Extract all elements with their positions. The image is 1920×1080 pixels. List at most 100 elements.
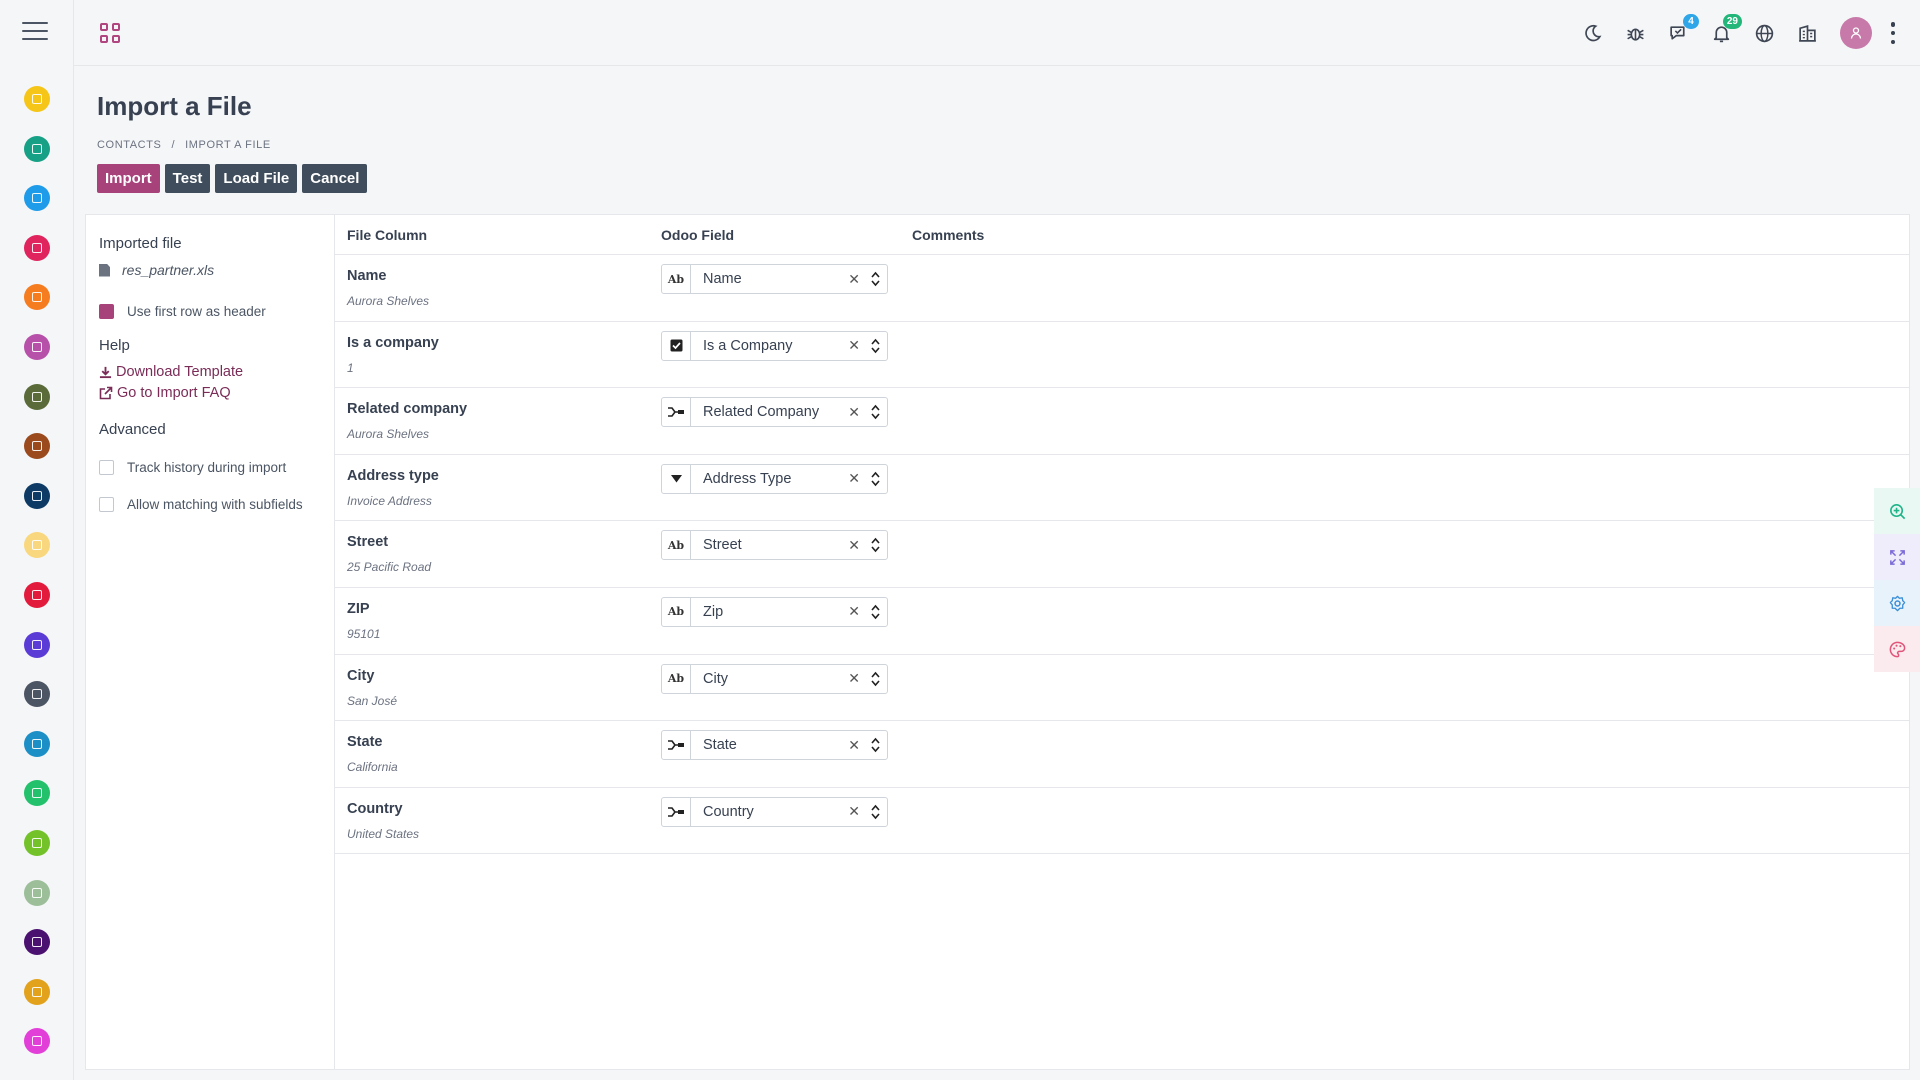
odoo-field-select[interactable]: Related Company ✕	[661, 397, 888, 428]
file-column-name: City	[347, 667, 375, 684]
char-type-icon: Ab	[667, 605, 685, 619]
allow-matching-checkbox[interactable]	[99, 497, 114, 512]
comments-header: Comments	[912, 227, 985, 243]
lunch-icon[interactable]	[24, 978, 50, 1005]
app-glyph	[32, 94, 42, 104]
fullscreen-icon[interactable]	[1874, 534, 1920, 580]
file-column-name: Name	[347, 268, 387, 284]
checkbox-type-icon	[670, 339, 682, 352]
dark-mode-icon[interactable]	[1579, 20, 1605, 46]
notes-icon[interactable]	[24, 185, 50, 212]
odoo-field-select[interactable]: Ab City ✕	[661, 663, 888, 694]
clear-field-icon[interactable]: ✕	[848, 271, 860, 288]
odoo-field-select[interactable]: Ab Zip ✕	[661, 596, 888, 627]
clear-field-icon[interactable]: ✕	[848, 737, 860, 754]
clear-field-icon[interactable]: ✕	[848, 803, 860, 820]
messages-icon[interactable]: 4	[1665, 14, 1699, 46]
top-navbar: 4 29	[74, 0, 1920, 66]
app-glyph	[32, 986, 42, 997]
app-glyph	[32, 242, 42, 253]
company-icon[interactable]	[1794, 20, 1820, 46]
odoo-field-select[interactable]: Address Type ✕	[661, 463, 888, 494]
odoo-field-select[interactable]: Country ✕	[661, 796, 888, 827]
app-list	[0, 86, 74, 1078]
file-column-sample: Aurora Shelves	[347, 294, 430, 308]
use-first-row-checkbox[interactable]	[99, 304, 114, 319]
theme-palette-icon[interactable]	[1874, 626, 1920, 672]
calendar-icon[interactable]	[24, 135, 50, 162]
import-button[interactable]: Import	[97, 164, 160, 193]
import-faq-link[interactable]: Go to Import FAQ	[99, 385, 334, 401]
imported-file-title: Imported file	[99, 235, 182, 252]
select-arrows-icon	[870, 537, 880, 553]
field-type-indicator: Ab	[662, 664, 691, 693]
table-row: Related company Aurora Shelves Related Com…	[335, 388, 1909, 455]
action-buttons: Import Test Load File Cancel	[97, 164, 372, 193]
apps-grid-icon[interactable]	[100, 23, 120, 43]
project-icon[interactable]	[24, 433, 50, 460]
sales-icon[interactable]	[24, 284, 50, 311]
track-history-option[interactable]: Track history during import	[99, 460, 334, 475]
events-icon[interactable]	[24, 631, 50, 658]
discuss-icon[interactable]	[24, 86, 50, 112]
notifications-icon[interactable]: 29	[1708, 14, 1742, 46]
timesheets-icon[interactable]	[24, 482, 50, 509]
track-history-checkbox[interactable]	[99, 460, 114, 475]
employees-icon[interactable]	[24, 780, 50, 807]
odoo-field-select[interactable]: Is a Company ✕	[661, 330, 888, 361]
char-type-icon: Ab	[667, 272, 685, 286]
time-off-icon[interactable]	[24, 879, 50, 906]
use-first-row-option[interactable]: Use first row as header	[99, 304, 334, 319]
notifications-badge: 29	[1722, 14, 1742, 29]
user-avatar[interactable]	[1840, 17, 1872, 49]
recruitment-icon[interactable]	[24, 929, 50, 956]
clear-field-icon[interactable]: ✕	[848, 337, 860, 354]
cancel-button[interactable]: Cancel	[302, 164, 368, 193]
test-button[interactable]: Test	[164, 164, 211, 193]
manufacturing-icon[interactable]	[24, 730, 50, 757]
accounting-icon[interactable]	[24, 383, 50, 410]
table-row: Country United States Country ✕	[335, 788, 1909, 855]
app-glyph	[32, 292, 42, 303]
website-icon[interactable]	[24, 532, 50, 559]
clear-field-icon[interactable]: ✕	[848, 470, 860, 487]
live-chat-icon[interactable]	[24, 1028, 50, 1055]
odoo-field-value: Country	[703, 803, 754, 820]
breadcrumb-contacts[interactable]: CONTACTS	[97, 139, 161, 151]
app-glyph	[32, 589, 42, 600]
table-row: Address type Invoice Address Address Type ✕	[335, 455, 1909, 522]
debug-icon[interactable]	[1622, 20, 1648, 46]
zoom-in-icon[interactable]	[1874, 488, 1920, 534]
table-row: Name Aurora Shelves Ab Name ✕	[335, 255, 1909, 322]
allow-matching-option[interactable]: Allow matching with subfields	[99, 497, 334, 512]
clear-field-icon[interactable]: ✕	[848, 670, 860, 687]
table-row: State California State ✕	[335, 721, 1909, 788]
settings-icon[interactable]	[1874, 580, 1920, 626]
clear-field-icon[interactable]: ✕	[848, 603, 860, 620]
file-column-sample: United States	[347, 826, 420, 841]
odoo-field-select[interactable]: State ✕	[661, 730, 888, 761]
relation-type-icon	[668, 806, 684, 817]
external-link-icon	[99, 386, 113, 400]
systray: 4 29	[1562, 14, 1896, 51]
floating-toolbar	[1874, 488, 1920, 672]
crm-icon[interactable]	[24, 234, 50, 261]
invoicing-icon[interactable]	[24, 333, 50, 360]
language-icon[interactable]	[1751, 20, 1777, 46]
load-file-button[interactable]: Load File	[215, 164, 298, 193]
file-column-name: State	[347, 734, 383, 751]
elearning-icon[interactable]	[24, 581, 50, 608]
clear-field-icon[interactable]: ✕	[848, 404, 860, 421]
download-template-link[interactable]: Download Template	[99, 364, 334, 380]
odoo-field-select[interactable]: Ab Name ✕	[661, 264, 888, 294]
fleet-icon[interactable]	[24, 829, 50, 856]
odoo-field-header: Odoo Field	[661, 227, 735, 243]
file-column-sample: 95101	[347, 626, 381, 641]
odoo-field-value: State	[703, 737, 737, 754]
odoo-field-select[interactable]: Ab Street ✕	[661, 530, 888, 561]
more-options-icon[interactable]	[1890, 22, 1896, 44]
clear-field-icon[interactable]: ✕	[848, 537, 860, 554]
inventory-icon[interactable]	[24, 681, 50, 708]
hamburger-menu-icon[interactable]	[22, 22, 48, 44]
field-type-indicator	[662, 331, 691, 360]
